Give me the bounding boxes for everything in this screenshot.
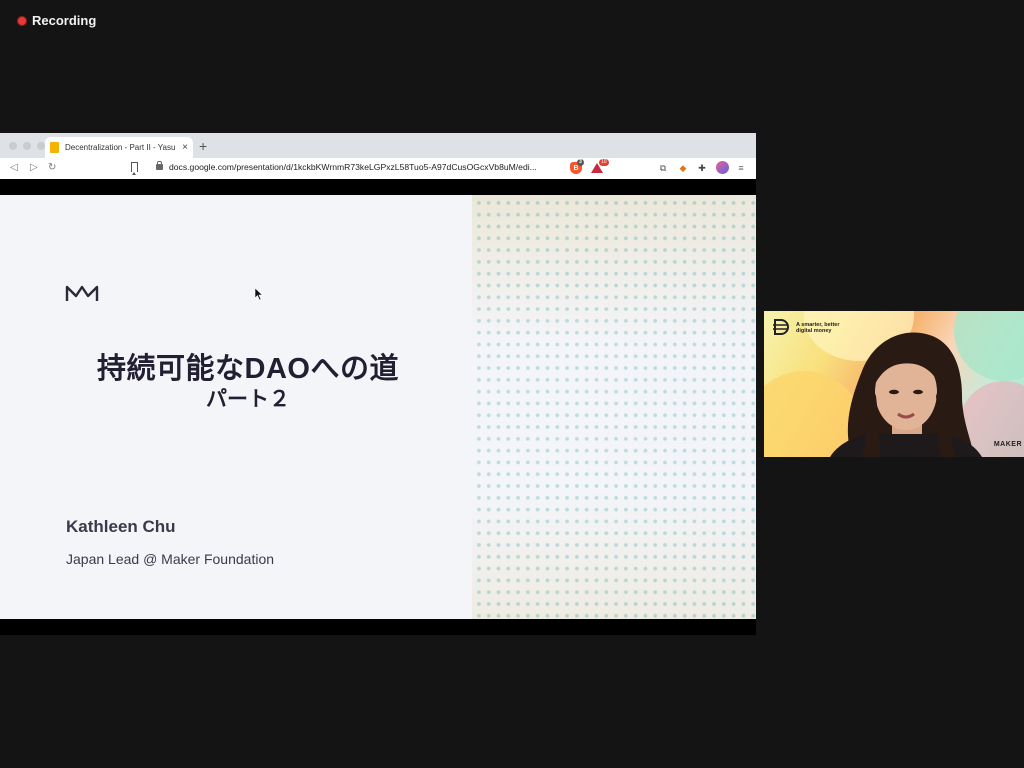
tab-title: Decentralization - Part II - Yasu <box>65 143 176 152</box>
record-icon <box>17 15 27 26</box>
close-window-icon[interactable] <box>9 142 17 150</box>
brave-shields-icon[interactable]: B3 <box>570 159 584 174</box>
maximize-window-icon[interactable] <box>37 142 45 150</box>
recording-label: Recording <box>32 13 97 28</box>
forward-icon[interactable]: ▷ <box>30 161 38 175</box>
brave-rewards-icon[interactable]: 10 <box>591 159 609 174</box>
browser-toolbar: ◁ ▷ ↻ docs.google.com/presentation/d/1kc… <box>0 158 756 179</box>
tab-strip: Decentralization - Part II - Yasu × + <box>0 133 756 158</box>
dai-logo-icon <box>773 319 789 335</box>
tab-close-icon[interactable]: × <box>182 142 188 153</box>
browser-chrome: Decentralization - Part II - Yasu × + ◁ … <box>0 133 756 179</box>
webcam-video-tile[interactable]: A smarter, better digital money MAKER <box>764 311 1024 457</box>
mouse-cursor-icon <box>255 288 264 301</box>
browser-menu-icon[interactable]: ≡ <box>737 162 745 174</box>
lock-icon[interactable] <box>156 161 163 170</box>
presenter-video-figure <box>830 332 982 457</box>
slide-title: 持続可能なDAOへの道 <box>97 353 399 385</box>
maker-brand-text: MAKER <box>993 441 1022 448</box>
slides-favicon-icon <box>50 142 59 153</box>
metamask-fox-icon[interactable]: ◆ <box>678 162 688 174</box>
back-icon[interactable]: ◁ <box>10 161 18 175</box>
slide-subtitle: パート２ <box>206 388 290 411</box>
new-tab-icon[interactable]: + <box>199 138 207 154</box>
extension-copy-icon[interactable]: ⧉ <box>658 162 668 174</box>
address-bar[interactable]: docs.google.com/presentation/d/1kckbKWrn… <box>169 162 561 172</box>
presentation-slide: 持続可能なDAOへの道 パート２ Kathleen Chu Japan Lead… <box>0 195 756 619</box>
reload-icon[interactable]: ↻ <box>48 161 56 175</box>
browser-tab-active[interactable]: Decentralization - Part II - Yasu × <box>45 137 193 158</box>
profile-avatar[interactable] <box>716 161 729 174</box>
presenter-name: Kathleen Chu <box>66 517 176 536</box>
extensions-puzzle-icon[interactable]: ✚ <box>697 162 707 174</box>
maker-logo-icon <box>65 285 99 301</box>
minimize-window-icon[interactable] <box>23 142 31 150</box>
bookmark-icon[interactable] <box>131 162 138 175</box>
window-controls[interactable] <box>9 142 45 150</box>
presenter-role: Japan Lead @ Maker Foundation <box>66 551 275 567</box>
shared-screen: Decentralization - Part II - Yasu × + ◁ … <box>0 133 756 635</box>
recording-indicator: Recording <box>17 13 96 28</box>
